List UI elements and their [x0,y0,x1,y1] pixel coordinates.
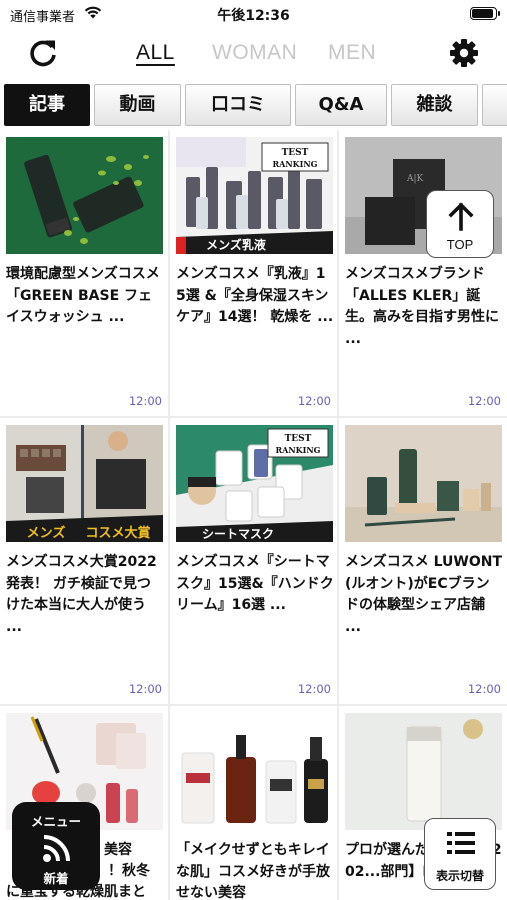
status-time: 午後12:36 [217,8,290,24]
arrow-up-icon [448,202,474,231]
article-title: 環境配慮型メンズコスメ「GREEN BASE フェイスウォッシュ ... [6,266,160,325]
article-card[interactable]: 環境配慮型メンズコスメ「GREEN BASE フェイスウォッシュ ... 12:… [0,130,168,416]
article-time: 12:00 [128,682,162,696]
article-title: メンズコスメブランド「ALLES KLER」誕生。高みを目指す男性に ... [345,266,499,347]
battery-icon [470,7,500,20]
thumb-text: シートマスク [202,527,274,541]
article-card[interactable]: TEST RANKING メンズ乳液 メンズコスメ『乳液』15選 &『全身保湿ス… [170,130,337,416]
thumb-text: RANKING [275,445,320,455]
article-card[interactable]: メンズコスメ LUWONT(ルオント)がECブランドの体験型シェア店舗 ... … [339,418,507,704]
category-tab-more[interactable] [482,84,507,126]
category-tab-videos[interactable]: 動画 [94,84,181,126]
article-title: 】美容 [90,842,132,858]
tab-woman[interactable]: WOMAN [212,41,297,65]
rss-icon [43,835,70,862]
article-thumbnail [345,425,502,542]
gear-icon[interactable] [449,38,479,68]
thumb-text: TEST [285,434,312,444]
article-title-overflow: ！秋冬 [108,863,150,879]
thumb-text: TEST [282,148,309,158]
article-title: メンズコスメ LUWONT(ルオント)がECブランドの体験型シェア店舗 ... [345,554,502,635]
article-title: メンズコスメ『乳液』15選 &『全身保湿スキンケア』14選！ 乾燥を ... [176,266,334,325]
tab-all[interactable]: ALL [136,41,175,65]
menu-sub-label: 新着 [43,871,69,886]
menu-label: メニュー [30,814,81,829]
article-thumbnail [6,137,163,254]
article-title: メンズコスメ『シートマスク』15選&『ハンドクリーム』16選 ... [176,554,334,613]
article-thumbnail [345,713,502,830]
tab-men[interactable]: MEN [328,41,376,65]
article-time: 12:00 [297,394,331,408]
category-tab-chat[interactable]: 雑談 [391,84,478,126]
article-thumbnail: TEST RANKING メンズ乳液 [176,137,333,254]
scroll-to-top-button[interactable]: TOP [426,190,494,258]
top-header: ALL WOMAN MEN [0,30,507,76]
list-icon [447,832,475,854]
article-time: 12:00 [297,682,331,696]
thumb-text: コスメ大賞 [85,525,150,541]
thumb-text: メンズ [27,525,66,541]
thumb-text: RANKING [272,159,317,169]
article-card[interactable]: A|K メンズコスメブランド「ALLES KLER」誕生。高みを目指す男性に .… [339,130,507,416]
article-time: 12:00 [128,394,162,408]
category-tab-articles[interactable]: 記事 [4,84,90,126]
status-bar: 通信事業者 午後12:36 [0,0,507,30]
menu-button[interactable]: メニュー 新着 [12,802,100,890]
article-thumbnail: TEST RANKING シートマスク [176,425,333,542]
article-title: メンズコスメ大賞2022発表！ ガチ検証で見つけた本当に大人が使う ... [6,554,157,635]
view-toggle-button[interactable]: 表示切替 [424,818,496,890]
refresh-icon[interactable] [26,36,60,70]
category-tab-reviews[interactable]: 口コミ [185,84,291,126]
gender-tabs: ALL WOMAN MEN [120,38,390,68]
article-card[interactable]: TEST RANKING シートマスク メンズコスメ『シートマスク』15選&『ハ… [170,418,337,704]
thumb-text: メンズ乳液 [206,237,266,252]
thumb-text: A|K [406,174,424,184]
article-thumbnail [176,713,333,830]
scroll-to-top-label: TOP [446,237,474,252]
category-tab-qa[interactable]: Q&A [295,84,387,126]
article-thumbnail: メンズ コスメ大賞 [6,425,163,542]
article-card[interactable]: 「メイクせずともキレイな肌」コスメ好きが手放せない美容 [170,706,337,900]
article-time: 12:00 [467,394,501,408]
article-card[interactable]: メンズ コスメ大賞 メンズコスメ大賞2022発表！ ガチ検証で見つけた本当に大人… [0,418,168,704]
category-tabs: 記事 動画 口コミ Q&A 雑談 [0,80,507,128]
view-toggle-label: 表示切替 [435,869,484,883]
article-title: 「メイクせずともキレイな肌」コスメ好きが手放せない美容 [176,842,330,900]
article-time: 12:00 [467,682,501,696]
